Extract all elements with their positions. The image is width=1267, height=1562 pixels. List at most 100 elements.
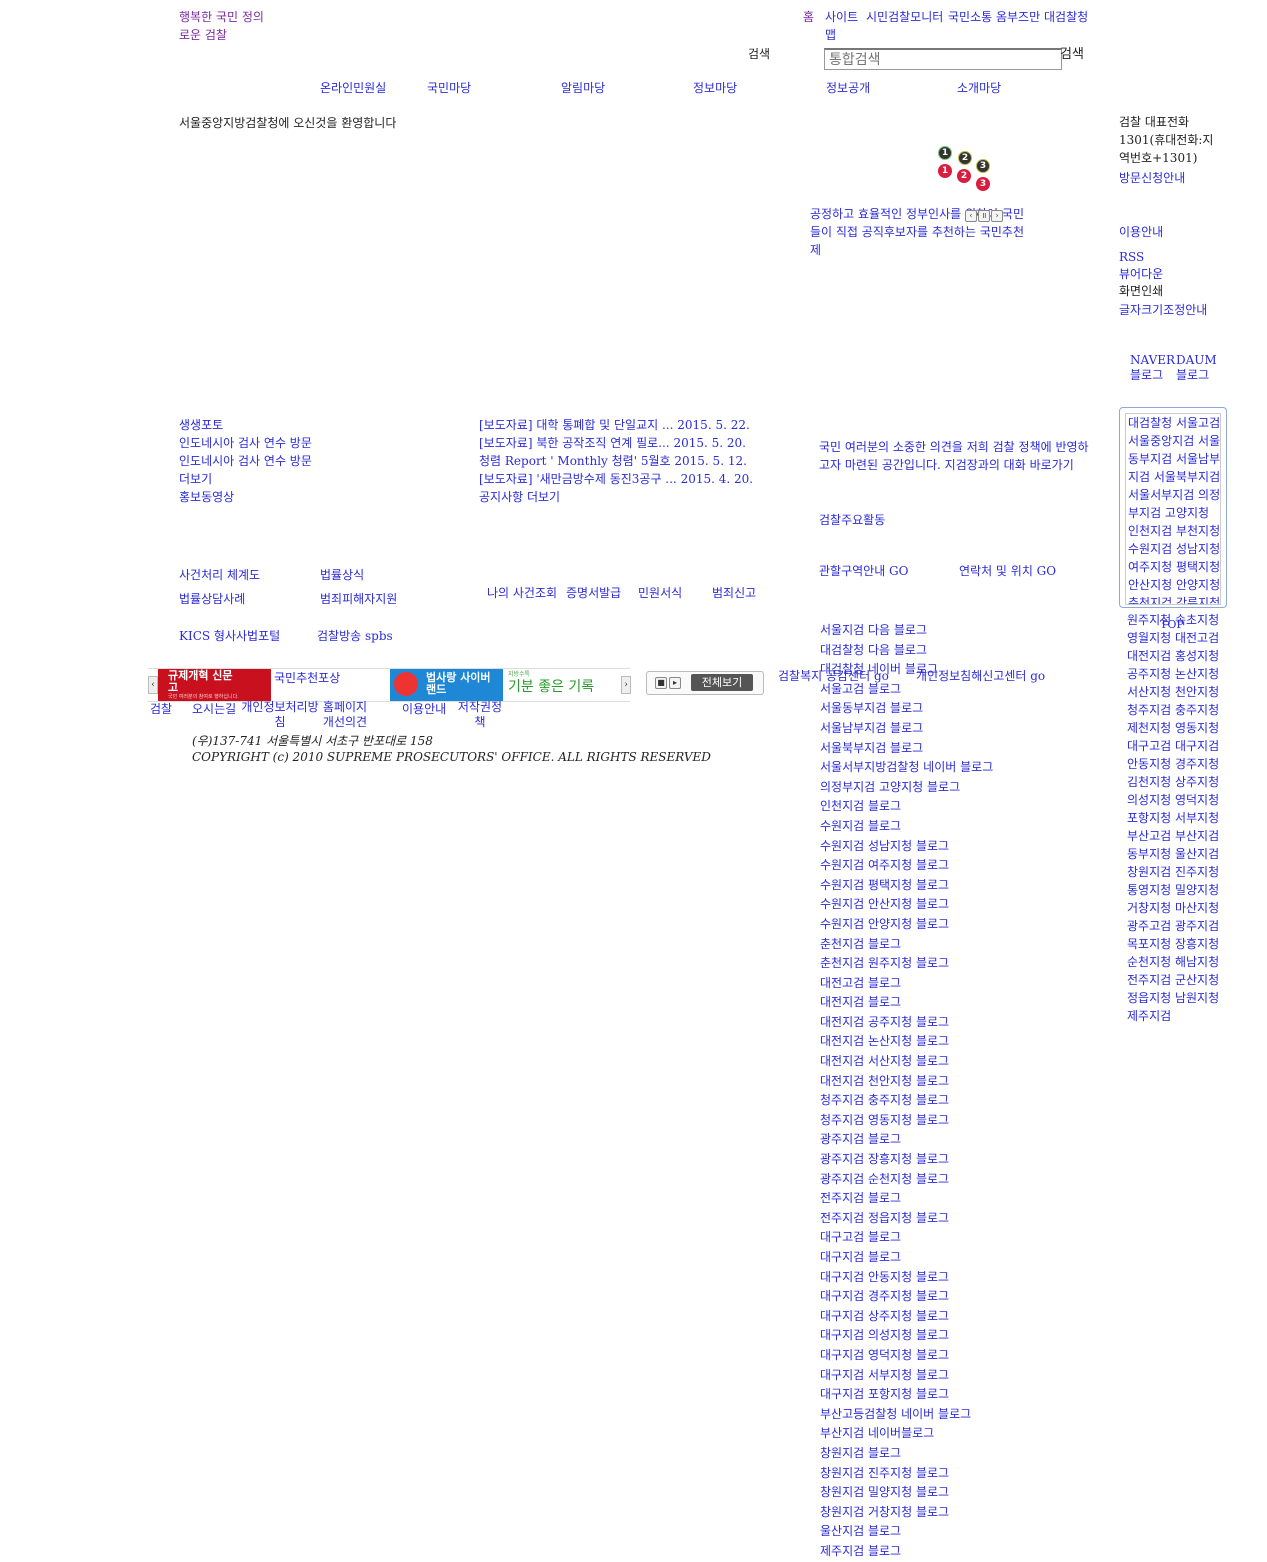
footer-link-directions[interactable]: 오시는길	[192, 700, 236, 717]
nav-info-disclosure[interactable]: 정보공개	[826, 79, 870, 96]
blog-link[interactable]: 창원지검 진주지청 블로그	[820, 1464, 993, 1484]
photo-news-more-link[interactable]: 더보기	[179, 470, 312, 488]
promo-video-link[interactable]: 홍보동영상	[179, 488, 312, 506]
prev-icon[interactable]: ‹	[965, 209, 977, 222]
office-link[interactable]: 부지검 고양지청	[1128, 504, 1220, 522]
my-case-link[interactable]: 나의 사건조회	[487, 584, 557, 601]
blog-link[interactable]: 창원지검 거창지청 블로그	[820, 1503, 993, 1523]
office-link[interactable]: 안산지청 안양지청	[1128, 576, 1220, 594]
office-link[interactable]: 제천지청 영동지청	[1127, 719, 1219, 737]
notice-row[interactable]: 청렴 Report ' Monthly 청렴' 5월호 2015. 5. 12.	[479, 452, 753, 470]
citizen-monitor-link[interactable]: 시민검찰모니터	[866, 8, 943, 26]
office-link[interactable]: 거창지청 마산지청	[1127, 899, 1219, 917]
view-all-button[interactable]: 전체보기	[691, 674, 753, 691]
blog-link[interactable]: 의정부지검 고양지청 블로그	[820, 778, 993, 798]
blog-link[interactable]: 부산지검 네이버블로그	[820, 1424, 993, 1444]
blog-link[interactable]: 춘천지검 원주지청 블로그	[820, 954, 993, 974]
rolling-num-2[interactable]: 2	[957, 169, 971, 183]
main-activities-link[interactable]: 검찰주요활동	[819, 511, 885, 528]
blog-link[interactable]: 대구지검 서부지청 블로그	[820, 1366, 993, 1386]
nav-notice-yard[interactable]: 알림마당	[561, 79, 605, 96]
office-link[interactable]: 대검찰청 서울고검	[1128, 414, 1220, 432]
blog-link[interactable]: 대구지검 포항지청 블로그	[820, 1385, 993, 1405]
home-link[interactable]: 홈	[803, 8, 814, 26]
office-link[interactable]: 순천지청 해남지청	[1127, 953, 1219, 971]
rolling-num-top-1[interactable]: 1	[938, 146, 952, 160]
petition-forms-link[interactable]: 민원서식	[638, 584, 682, 601]
blog-link[interactable]: 서울북부지검 블로그	[820, 739, 993, 759]
office-link[interactable]: 김천지청 상주지청	[1127, 773, 1219, 791]
office-link[interactable]: 대구고검 대구지검	[1127, 737, 1219, 755]
blog-link[interactable]: 대검찰청 네이버 블로그	[820, 660, 993, 680]
notice-title[interactable]: 청렴 Report ' Monthly 청렴' 5월호	[479, 454, 671, 468]
blog-link[interactable]: 전주지검 블로그	[820, 1189, 993, 1209]
legal-knowledge-link[interactable]: 법률상식	[320, 566, 364, 583]
photo-news-title[interactable]: 생생포토	[179, 416, 312, 434]
office-link[interactable]: 수원지검 성남지청	[1128, 540, 1220, 558]
region-guide-link[interactable]: 관할구역안내 GO	[819, 562, 908, 579]
notice-row[interactable]: [보도자료] 대학 통폐합 및 단일교지 ... 2015. 5. 22.	[479, 416, 753, 434]
notice-row[interactable]: [보도자료] 북한 공작조직 연계 필로... 2015. 5. 20.	[479, 434, 753, 452]
blog-link[interactable]: 대전지검 서산지청 블로그	[820, 1052, 993, 1072]
top-link[interactable]: TOP	[1160, 618, 1184, 631]
office-link[interactable]: 목포지청 장흥지청	[1127, 935, 1219, 953]
blog-link[interactable]: 서울고검 블로그	[820, 680, 993, 700]
legal-consult-link[interactable]: 법률상담사례	[179, 590, 245, 607]
office-list[interactable]: 대검찰청 서울고검 서울중앙지검 서울 동부지검 서울남부 지검 서울북부지검 서울서부…	[1125, 413, 1221, 605]
office-link[interactable]: 청주지검 충주지청	[1127, 701, 1219, 719]
nav-intro-yard[interactable]: 소개마당	[957, 79, 1001, 96]
blog-link[interactable]: 서울지검 다음 블로그	[820, 621, 993, 641]
office-link[interactable]: 부산고검 부산지검	[1127, 827, 1219, 845]
rolling-num-3[interactable]: 3	[976, 177, 990, 191]
office-link[interactable]: 서울서부지검 의정	[1128, 486, 1220, 504]
search-button[interactable]: 검색	[1060, 43, 1084, 62]
supreme-office-link[interactable]: 대검찰청	[1044, 8, 1088, 26]
dialogue-with-chief-link[interactable]: 국민 여러분의 소중한 의견을 저희 검찰 정책에 반영하고자 마련된 공간입니…	[819, 438, 1097, 474]
office-link[interactable]: 광주고검 광주지검	[1127, 917, 1219, 935]
blog-link[interactable]: 수원지검 성남지청 블로그	[820, 837, 993, 857]
blog-link[interactable]: 부산고등검찰청 네이버 블로그	[820, 1405, 993, 1425]
rolling-num-top-2[interactable]: 2	[958, 151, 972, 165]
office-link[interactable]: 전주지검 군산지청	[1127, 971, 1219, 989]
office-link[interactable]: 대전지검 홍성지청	[1127, 647, 1219, 665]
kics-portal-link[interactable]: KICS 형사사법포털	[179, 627, 280, 644]
blog-link[interactable]: 춘천지검 블로그	[820, 935, 993, 955]
nav-info-yard[interactable]: 정보마당	[693, 79, 737, 96]
blog-link[interactable]: 광주지검 블로그	[820, 1130, 993, 1150]
blog-link[interactable]: 대전지검 블로그	[820, 993, 993, 1013]
blog-link[interactable]: 대전지검 천안지청 블로그	[820, 1072, 993, 1092]
office-link[interactable]: 서산지청 천안지청	[1127, 683, 1219, 701]
crime-report-link[interactable]: 범죄신고	[712, 584, 756, 601]
blog-link[interactable]: 대구지검 의성지청 블로그	[820, 1326, 993, 1346]
office-link[interactable]: 정읍지청 남원지청	[1127, 989, 1219, 1007]
rolling-num-top-3[interactable]: 3	[976, 159, 990, 173]
blog-link[interactable]: 청주지검 충주지청 블로그	[820, 1091, 993, 1111]
viewer-download-link[interactable]: 뷰어다운	[1119, 265, 1163, 283]
blog-link[interactable]: 대구지검 안동지청 블로그	[820, 1268, 993, 1288]
nav-online-petition[interactable]: 온라인민원실	[320, 79, 386, 96]
office-link[interactable]: 춘천지검 강릉지청	[1128, 594, 1220, 604]
footer-link-privacy[interactable]: 개인정보처리방침	[240, 700, 320, 730]
footer-link-feedback[interactable]: 홈페이지 개선의견	[320, 700, 370, 730]
notice-more-link[interactable]: 공지사항 더보기	[479, 488, 753, 506]
office-link[interactable]: 통영지청 밀양지청	[1127, 881, 1219, 899]
office-link[interactable]: 동부지청 울산지검	[1127, 845, 1219, 863]
blog-link[interactable]: 서울남부지검 블로그	[820, 719, 993, 739]
office-link[interactable]: 포항지청 서부지청	[1127, 809, 1219, 827]
blog-link[interactable]: 대구지검 상주지청 블로그	[820, 1307, 993, 1327]
footer-link-usage[interactable]: 이용안내	[402, 700, 446, 717]
office-link[interactable]: 여주지청 평택지청	[1128, 558, 1220, 576]
office-link[interactable]: 영월지청 대전고검	[1127, 629, 1219, 647]
blog-link[interactable]: 대구지검 경주지청 블로그	[820, 1287, 993, 1307]
rss-link[interactable]: RSS	[1119, 248, 1144, 266]
contact-location-link[interactable]: 연락처 및 위치 GO	[959, 562, 1056, 579]
blog-link[interactable]: 창원지검 블로그	[820, 1444, 993, 1464]
blog-link[interactable]: 창원지검 밀양지청 블로그	[820, 1483, 993, 1503]
blog-link[interactable]: 수원지검 평택지청 블로그	[820, 876, 993, 896]
blog-link[interactable]: 수원지검 안산지청 블로그	[820, 895, 993, 915]
office-link[interactable]: 안동지청 경주지청	[1127, 755, 1219, 773]
case-process-link[interactable]: 사건처리 체계도	[179, 566, 260, 583]
regulation-reform-banner[interactable]: 규제개혁 신문고 국민 여러분의 참여로 행하십니다.	[158, 669, 271, 701]
visit-request-link[interactable]: 방문신청안내	[1119, 169, 1185, 187]
rolling-num-1[interactable]: 1	[938, 164, 952, 178]
